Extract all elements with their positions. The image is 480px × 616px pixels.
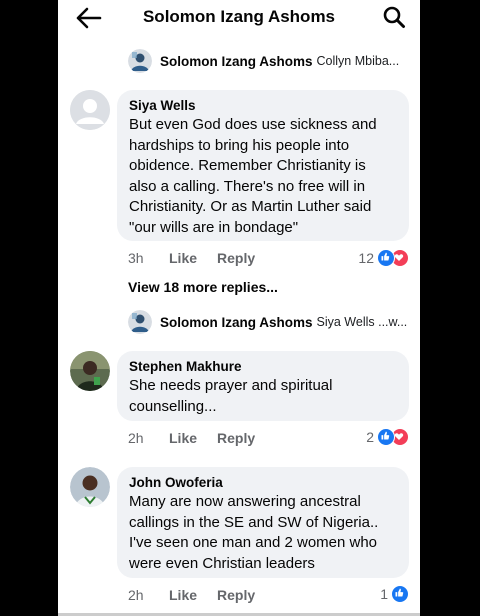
comment-author[interactable]: Siya Wells	[129, 97, 397, 115]
reply-preview-text: Collyn Mbiba...	[316, 54, 400, 68]
reaction-summary[interactable]: 12	[358, 249, 409, 267]
comment-author[interactable]: John Owoferia	[129, 474, 397, 492]
avatar	[128, 49, 152, 73]
page-title: Solomon Izang Ashoms	[142, 7, 336, 26]
comment-text: Many are now answering ancestral calling…	[129, 493, 379, 572]
comment-actions: 2h Like Reply	[128, 430, 275, 446]
avatar[interactable]	[70, 467, 110, 507]
comment-bubble: Siya Wells But even God does use sicknes…	[117, 90, 409, 241]
comment-text: She needs prayer and spiritual counselli…	[129, 377, 333, 415]
comments-screen: Solomon Izang Ashoms Solomon Izang Ashom…	[58, 0, 420, 616]
reply-preview-text: Siya Wells ...w...	[316, 315, 408, 329]
user-photo	[70, 351, 110, 391]
avatar[interactable]	[70, 351, 110, 391]
like-reaction-icon	[391, 585, 409, 603]
reply-button[interactable]: Reply	[217, 587, 255, 603]
search-icon[interactable]	[382, 5, 406, 29]
like-button[interactable]: Like	[169, 587, 197, 603]
reply-button[interactable]: Reply	[217, 250, 255, 266]
reply-author-name[interactable]: Solomon Izang Ashoms	[160, 315, 313, 330]
like-button[interactable]: Like	[169, 430, 197, 446]
comment-text: But even God does use sickness and hards…	[129, 116, 377, 236]
reaction-count: 1	[380, 586, 388, 602]
reply-button[interactable]: Reply	[217, 430, 255, 446]
user-photo	[70, 467, 110, 507]
top-bar: Solomon Izang Ashoms	[58, 0, 420, 36]
comment-actions: 3h Like Reply	[128, 250, 275, 266]
reaction-count: 12	[358, 250, 374, 266]
avatar	[128, 310, 152, 334]
avatar[interactable]	[70, 90, 110, 130]
comment-actions: 2h Like Reply	[128, 587, 275, 603]
view-more-replies-link[interactable]: View 18 more replies...	[128, 279, 278, 295]
comment-bubble: Stephen Makhure She needs prayer and spi…	[117, 351, 409, 421]
default-avatar-icon	[70, 90, 110, 130]
comment-bubble: John Owoferia Many are now answering anc…	[117, 467, 409, 578]
like-button[interactable]: Like	[169, 250, 197, 266]
reply-preview[interactable]: Solomon Izang Ashoms Siya Wells ...w...	[128, 310, 407, 334]
comment-time: 2h	[128, 430, 144, 446]
comment-time: 2h	[128, 587, 144, 603]
reaction-summary[interactable]: 2	[366, 428, 409, 446]
reply-preview[interactable]: Solomon Izang Ashoms Collyn Mbiba...	[128, 49, 399, 73]
reaction-summary[interactable]: 1	[380, 585, 409, 603]
comment-author[interactable]: Stephen Makhure	[129, 358, 397, 376]
reply-author-name[interactable]: Solomon Izang Ashoms	[160, 54, 313, 69]
like-reaction-icon	[377, 249, 395, 267]
reaction-count: 2	[366, 429, 374, 445]
like-reaction-icon	[377, 428, 395, 446]
comment-time: 3h	[128, 250, 144, 266]
